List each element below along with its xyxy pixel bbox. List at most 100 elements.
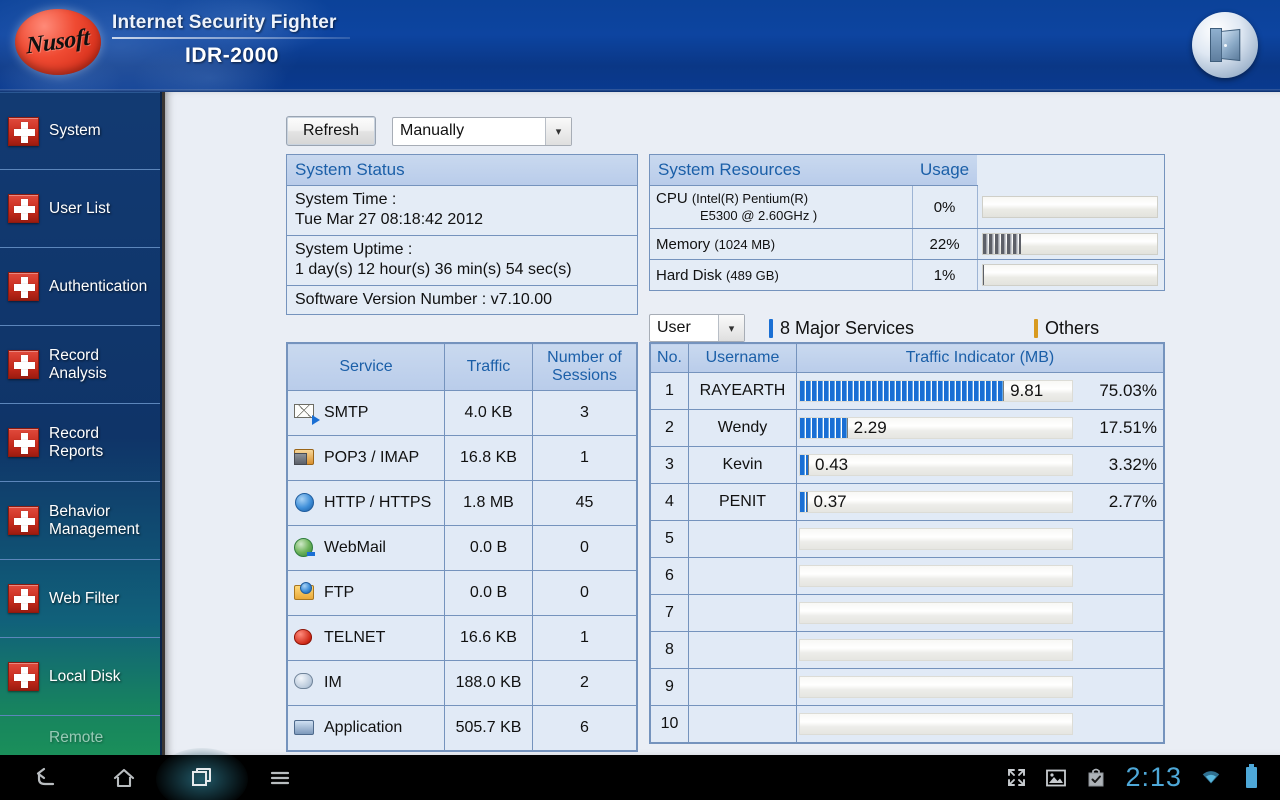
sidebar-item-remote[interactable]: Remote — [0, 716, 160, 755]
cpu-usage-bar — [977, 186, 1164, 229]
legend-color-swatch — [1034, 319, 1038, 338]
webmail-icon — [294, 538, 316, 557]
table-row: HTTP / HTTPS1.8 MB45 — [288, 480, 637, 525]
resources-col-usage: Usage — [912, 155, 977, 186]
traffic-percent: 17.51% — [1079, 418, 1157, 438]
refresh-button[interactable]: Refresh — [286, 116, 376, 146]
fullscreen-button[interactable] — [1005, 767, 1027, 789]
table-row: IM188.0 KB2 — [288, 660, 637, 705]
legend-label: Others — [1045, 318, 1099, 339]
no-col-header: No. — [651, 344, 689, 373]
row-number-cell: 1 — [651, 372, 689, 409]
service-traffic-cell: 505.7 KB — [445, 705, 533, 750]
service-traffic-cell: 188.0 KB — [445, 660, 533, 705]
traffic-bar: 0.37 — [799, 491, 1073, 513]
sidebar-item-authentication[interactable]: Authentication — [0, 248, 160, 326]
browser-globe-icon — [294, 493, 316, 512]
back-arrow-icon — [33, 765, 59, 791]
back-button[interactable] — [26, 760, 66, 796]
logo-wordmark: Nusoft — [26, 24, 90, 60]
traffic-col-header: Traffic — [445, 344, 533, 391]
home-button[interactable] — [104, 760, 144, 796]
refresh-interval-select[interactable]: Manually ▾ — [392, 117, 572, 146]
memory-name-cell: Memory (1024 MB) — [650, 229, 912, 260]
sidebar-item-record-analysis[interactable]: Record Analysis — [0, 326, 160, 404]
table-row: 7 — [651, 594, 1164, 631]
resource-row-memory: Memory (1024 MB) 22% — [650, 229, 1164, 260]
menu-button[interactable] — [260, 760, 300, 796]
traffic-percent: 3.32% — [1079, 455, 1157, 475]
screenshot-button[interactable] — [1045, 767, 1067, 789]
notification-button[interactable] — [1085, 767, 1107, 789]
sidebar-item-label: Remote — [49, 729, 103, 747]
cpu-detail: (Intel(R) Pentium(R) — [692, 191, 808, 206]
memory-label: Memory — [656, 236, 710, 253]
system-uptime-label: System Uptime : — [295, 240, 629, 260]
service-label: HTTP / HTTPS — [324, 494, 431, 512]
service-traffic-table: Service Traffic Number of Sessions SMTP4… — [286, 342, 638, 752]
traffic-bar — [799, 565, 1073, 587]
service-traffic-cell: 16.8 KB — [445, 435, 533, 480]
scope-select[interactable]: User ▾ — [649, 314, 745, 342]
system-status-title: System Status — [287, 155, 637, 186]
wifi-icon — [1200, 768, 1222, 788]
sidebar-item-label: Local Disk — [49, 668, 121, 686]
system-time-label: System Time : — [295, 190, 629, 210]
service-sessions-cell: 1 — [533, 615, 637, 660]
traffic-bar — [799, 639, 1073, 661]
service-sessions-cell: 3 — [533, 390, 637, 435]
harddisk-label: Hard Disk — [656, 267, 722, 284]
clock: 2:13 — [1125, 762, 1182, 793]
service-label: FTP — [324, 584, 354, 602]
service-sessions-cell: 0 — [533, 525, 637, 570]
model-title: IDR-2000 — [112, 44, 352, 68]
recent-apps-button[interactable] — [182, 760, 222, 796]
service-sessions-cell: 45 — [533, 480, 637, 525]
table-row: 2Wendy2.2917.51% — [651, 409, 1164, 446]
service-name-cell: TELNET — [288, 615, 445, 660]
logout-button[interactable] — [1192, 12, 1258, 78]
user-traffic-table: No. Username Traffic Indicator (MB) 1RAY… — [649, 342, 1165, 744]
dashboard-toolbar: Refresh Manually ▾ — [286, 116, 572, 146]
scope-value: User — [650, 315, 718, 341]
sidebar-item-label: System — [49, 122, 101, 140]
row-number-cell: 6 — [651, 557, 689, 594]
status-icons: 2:13 — [1005, 762, 1280, 793]
battery-indicator[interactable] — [1240, 767, 1262, 789]
service-table-header-row: Service Traffic Number of Sessions — [288, 344, 637, 391]
im-chat-icon — [294, 673, 316, 692]
memory-usage-bar — [977, 229, 1164, 260]
main-content: Refresh Manually ▾ System Status System … — [162, 92, 1280, 755]
table-row: 10 — [651, 705, 1164, 742]
table-row: 5 — [651, 520, 1164, 557]
service-label: Application — [324, 719, 402, 737]
service-name-cell: FTP — [288, 570, 445, 615]
traffic-indicator-cell: 0.433.32% — [797, 446, 1164, 483]
plus-icon — [8, 584, 39, 613]
exit-door-icon — [1210, 28, 1240, 62]
sidebar-item-system[interactable]: System — [0, 92, 160, 170]
traffic-indicator-cell: 2.29 17.51% — [797, 409, 1164, 446]
service-traffic-cell: 0.0 B — [445, 570, 533, 615]
plus-icon — [8, 662, 39, 691]
traffic-bar: 2.29 — [799, 417, 1073, 439]
bag-check-icon — [1086, 767, 1106, 788]
traffic-bar — [799, 676, 1073, 698]
sidebar-item-user-list[interactable]: User List — [0, 170, 160, 248]
nusoft-logo: Nusoft — [6, 4, 110, 80]
sidebar-item-local-disk[interactable]: Local Disk — [0, 638, 160, 716]
table-row: 1RAYEARTH9.8175.03% — [651, 372, 1164, 409]
traffic-indicator-cell — [797, 705, 1164, 742]
sidebar-item-behavior-management[interactable]: Behavior Management — [0, 482, 160, 560]
harddisk-percent: 1% — [912, 260, 977, 291]
service-traffic-cell: 0.0 B — [445, 525, 533, 570]
row-number-cell: 10 — [651, 705, 689, 742]
sidebar-item-web-filter[interactable]: Web Filter — [0, 560, 160, 638]
home-icon — [111, 765, 137, 791]
username-cell — [689, 557, 797, 594]
recent-apps-icon — [189, 765, 215, 791]
row-number-cell: 5 — [651, 520, 689, 557]
legend-others: Others — [1034, 318, 1099, 339]
wifi-indicator[interactable] — [1200, 767, 1222, 789]
sidebar-item-record-reports[interactable]: Record Reports — [0, 404, 160, 482]
